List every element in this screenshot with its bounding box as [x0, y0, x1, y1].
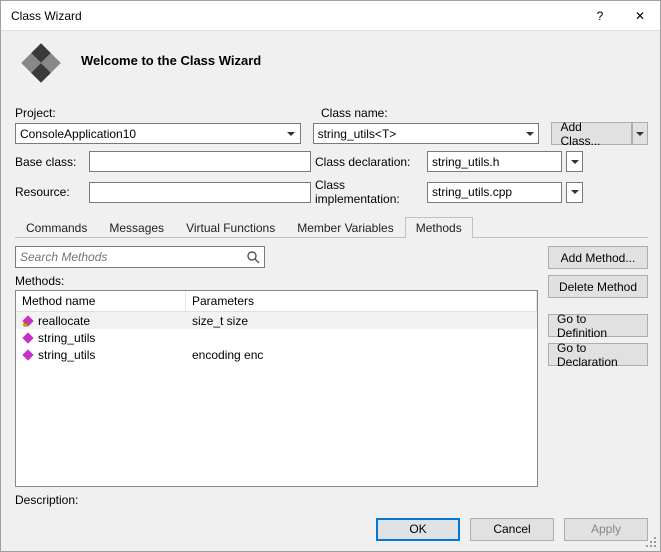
chevron-down-icon — [636, 132, 644, 136]
close-icon: ✕ — [635, 9, 645, 23]
cell-method-name: string_utils — [16, 348, 186, 362]
tab-messages[interactable]: Messages — [98, 217, 175, 238]
tab-member-variables[interactable]: Member Variables — [286, 217, 404, 238]
add-class-split-button[interactable]: Add Class... — [551, 122, 648, 145]
methods-label: Methods: — [15, 274, 538, 288]
tabstrip: CommandsMessagesVirtual FunctionsMember … — [15, 216, 648, 238]
cell-method-name: string_utils — [16, 331, 186, 345]
chevron-down-icon — [567, 183, 582, 202]
add-class-dropdown[interactable] — [632, 122, 648, 145]
cancel-button[interactable]: Cancel — [470, 518, 554, 541]
cell-method-name: reallocate — [16, 314, 186, 328]
classimpl-dropdown[interactable] — [566, 182, 583, 203]
go-declaration-button[interactable]: Go to Declaration — [548, 343, 648, 366]
classdecl-dropdown[interactable] — [566, 151, 583, 172]
resize-grip-icon[interactable] — [644, 535, 658, 549]
go-definition-button[interactable]: Go to Definition — [548, 314, 648, 337]
cell-parameters: encoding enc — [186, 348, 537, 362]
ok-button[interactable]: OK — [376, 518, 460, 541]
classname-combo[interactable]: string_utils<T> — [313, 123, 540, 144]
project-label: Project: — [15, 106, 307, 120]
chevron-down-icon — [567, 152, 582, 171]
titlebar: Class Wizard ? ✕ — [1, 1, 660, 31]
add-method-button[interactable]: Add Method... — [548, 246, 648, 269]
class-wizard-dialog: Class Wizard ? ✕ Welcome to the Class Wi… — [0, 0, 661, 552]
classdecl-label: Class declaration: — [315, 155, 423, 169]
dialog-footer: OK Cancel Apply — [1, 507, 660, 551]
classimpl-label: Class implementation: — [315, 178, 423, 206]
cell-parameters: size_t size — [186, 314, 537, 328]
apply-button: Apply — [564, 518, 648, 541]
methods-table: Method name Parameters reallocatesize_t … — [15, 290, 538, 487]
search-input[interactable] — [16, 250, 242, 264]
tab-virtual-functions[interactable]: Virtual Functions — [175, 217, 286, 238]
chevron-down-icon — [283, 124, 300, 143]
baseclass-label: Base class: — [15, 155, 85, 169]
resource-field[interactable] — [89, 182, 311, 203]
search-icon[interactable] — [242, 250, 264, 264]
classdecl-combo[interactable]: string_utils.h — [427, 151, 562, 172]
question-icon: ? — [597, 9, 604, 23]
project-value: ConsoleApplication10 — [16, 127, 283, 141]
project-combo[interactable]: ConsoleApplication10 — [15, 123, 301, 144]
chevron-down-icon — [521, 124, 538, 143]
wizard-icon — [19, 41, 63, 88]
classimpl-combo[interactable]: string_utils.cpp — [427, 182, 562, 203]
search-box[interactable] — [15, 246, 265, 268]
description-label: Description: — [15, 493, 538, 507]
page-title: Welcome to the Class Wizard — [81, 53, 261, 68]
classname-label: Class name: — [321, 106, 388, 120]
close-button[interactable]: ✕ — [620, 1, 660, 31]
delete-method-button[interactable]: Delete Method — [548, 275, 648, 298]
tab-commands[interactable]: Commands — [15, 217, 98, 238]
resource-label: Resource: — [15, 185, 85, 199]
baseclass-field[interactable] — [89, 151, 311, 172]
window-title: Class Wizard — [11, 9, 580, 23]
table-row[interactable]: string_utils — [16, 329, 537, 346]
classname-value: string_utils<T> — [314, 127, 522, 141]
tab-methods[interactable]: Methods — [405, 217, 473, 238]
add-class-button[interactable]: Add Class... — [551, 122, 632, 145]
table-header: Method name Parameters — [16, 291, 537, 312]
help-button[interactable]: ? — [580, 1, 620, 31]
table-body: reallocatesize_t sizestring_utilsstring_… — [16, 312, 537, 486]
table-row[interactable]: reallocatesize_t size — [16, 312, 537, 329]
col-parameters[interactable]: Parameters — [186, 291, 537, 311]
col-method-name[interactable]: Method name — [16, 291, 186, 311]
header: Welcome to the Class Wizard — [1, 31, 660, 102]
side-buttons: Add Method... Delete Method Go to Defini… — [548, 246, 648, 507]
table-row[interactable]: string_utilsencoding enc — [16, 346, 537, 363]
